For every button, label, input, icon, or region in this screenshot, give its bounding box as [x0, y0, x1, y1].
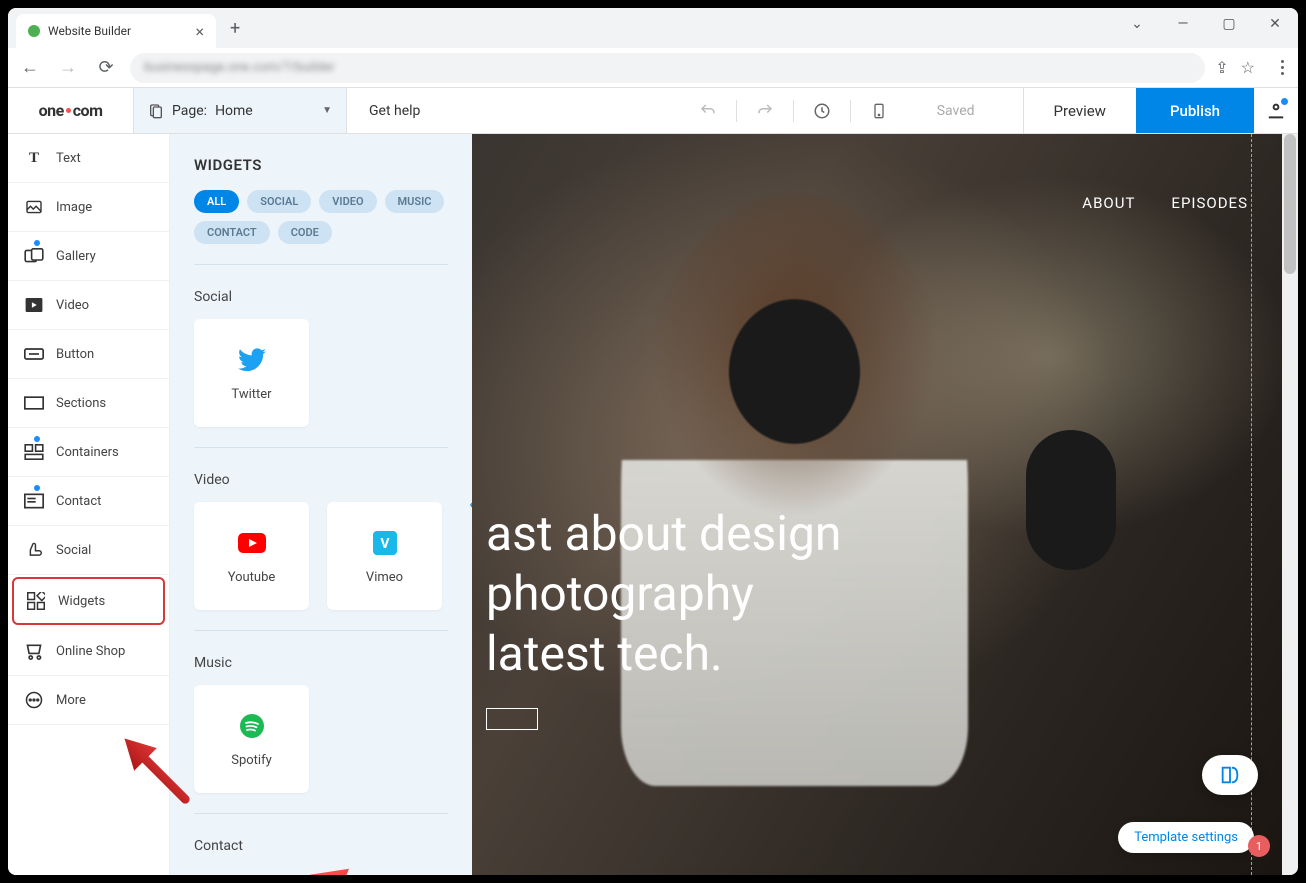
- preview-button[interactable]: Preview: [1023, 88, 1136, 133]
- filter-pill-all[interactable]: ALL: [194, 190, 239, 213]
- badge-dot-icon: [34, 240, 40, 246]
- filter-pill-contact[interactable]: CONTACT: [194, 221, 270, 244]
- app-toolbar: onecom Page: Home ▼ Get help Saved Previ…: [8, 88, 1298, 134]
- mobile-preview-button[interactable]: [857, 88, 901, 134]
- widget-section-contact: Contact: [194, 838, 448, 875]
- image-icon: [24, 197, 44, 217]
- account-settings-button[interactable]: [1254, 88, 1298, 133]
- page-selector[interactable]: Page: Home ▼: [134, 88, 347, 133]
- window-close-button[interactable]: ✕: [1252, 8, 1298, 40]
- text-icon: T: [24, 148, 44, 168]
- hero-photo-overlay: [687, 253, 902, 490]
- badge-dot-icon: [34, 485, 40, 491]
- chevron-down-icon: ▼: [322, 105, 332, 116]
- window-maximize-button[interactable]: ▢: [1206, 8, 1252, 40]
- filter-pill-social[interactable]: SOCIAL: [247, 190, 311, 213]
- sidebar-item-video[interactable]: Video: [8, 281, 169, 330]
- video-icon: [24, 295, 44, 315]
- nav-forward-button[interactable]: →: [54, 54, 82, 82]
- publish-button[interactable]: Publish: [1136, 88, 1254, 133]
- window-minimize-button[interactable]: —: [1160, 8, 1206, 40]
- gallery-icon: [24, 246, 44, 266]
- logo-dot-icon: [66, 108, 71, 113]
- sidebar-item-containers[interactable]: Containers: [8, 428, 169, 477]
- url-input[interactable]: businesspage.one.com/?/builder: [130, 53, 1205, 83]
- new-tab-button[interactable]: +: [220, 18, 250, 39]
- close-tab-icon[interactable]: ×: [195, 22, 204, 41]
- undo-button[interactable]: [686, 88, 730, 134]
- canvas-scrollbar[interactable]: [1282, 134, 1298, 875]
- widget-section-video: Video Youtube V Vimeo: [194, 472, 448, 631]
- widgets-panel-title: WIDGETS: [194, 156, 448, 174]
- history-button[interactable]: [800, 88, 844, 134]
- component-sidebar: TText Image Gallery Video Button Section…: [8, 134, 170, 875]
- widget-card-vimeo[interactable]: V Vimeo: [327, 502, 442, 610]
- browser-titlebar: Website Builder × + ⌄ — ▢ ✕: [8, 8, 1298, 48]
- tab-title: Website Builder: [48, 24, 131, 38]
- badge-dot-icon: [34, 436, 40, 442]
- notification-dot-icon: [1281, 98, 1288, 105]
- hero-photo-overlay: [1026, 430, 1116, 570]
- redo-button[interactable]: [743, 88, 787, 134]
- share-icon[interactable]: ⇪: [1215, 58, 1228, 77]
- containers-icon: [24, 442, 44, 462]
- filter-pill-music[interactable]: MUSIC: [385, 190, 445, 213]
- shop-icon: [24, 641, 44, 661]
- sidebar-item-text[interactable]: TText: [8, 134, 169, 183]
- widgets-panel: WIDGETS ALL SOCIAL VIDEO MUSIC CONTACT C…: [170, 134, 472, 875]
- spotify-icon: [237, 711, 267, 741]
- button-icon: [24, 344, 44, 364]
- svg-text:V: V: [380, 536, 390, 552]
- browser-tab[interactable]: Website Builder ×: [16, 14, 216, 48]
- sidebar-item-sections[interactable]: Sections: [8, 379, 169, 428]
- window-caret-icon[interactable]: ⌄: [1114, 8, 1160, 40]
- sidebar-item-more[interactable]: More: [8, 676, 169, 725]
- more-icon: [24, 690, 44, 710]
- sidebar-item-button[interactable]: Button: [8, 330, 169, 379]
- browser-address-bar: ← → ⟳ businesspage.one.com/?/builder ⇪ ☆: [8, 48, 1298, 88]
- sections-icon: [24, 393, 44, 413]
- widget-section-music: Music Spotify: [194, 655, 448, 814]
- page-icon: [148, 103, 164, 119]
- vimeo-icon: V: [370, 528, 400, 558]
- get-help-button[interactable]: Get help: [347, 88, 442, 133]
- widget-filter-pills: ALL SOCIAL VIDEO MUSIC CONTACT CODE: [194, 190, 448, 265]
- bookmark-icon[interactable]: ☆: [1241, 58, 1255, 77]
- brand-logo[interactable]: onecom: [8, 88, 134, 133]
- sidebar-item-image[interactable]: Image: [8, 183, 169, 232]
- template-settings-button[interactable]: Template settings: [1118, 822, 1254, 853]
- filter-pill-code[interactable]: CODE: [278, 221, 332, 244]
- twitter-icon: [237, 345, 267, 375]
- contact-icon: [24, 491, 44, 511]
- tab-favicon-icon: [28, 25, 40, 37]
- sidebar-item-widgets[interactable]: Widgets: [12, 577, 165, 625]
- sidebar-item-social[interactable]: Social: [8, 526, 169, 575]
- sidebar-item-contact[interactable]: Contact: [8, 477, 169, 526]
- website-canvas[interactable]: ABOUT EPISODES ast about design photogra…: [472, 134, 1298, 875]
- widgets-icon: [26, 591, 46, 611]
- social-icon: [24, 540, 44, 560]
- hero-cta-button[interactable]: [486, 708, 538, 730]
- widget-card-twitter[interactable]: Twitter: [194, 319, 309, 427]
- widget-card-youtube[interactable]: Youtube: [194, 502, 309, 610]
- widget-card-spotify[interactable]: Spotify: [194, 685, 309, 793]
- site-nav-episodes[interactable]: EPISODES: [1171, 194, 1248, 212]
- site-nav-about[interactable]: ABOUT: [1082, 194, 1135, 212]
- site-nav: ABOUT EPISODES: [1082, 194, 1248, 212]
- youtube-icon: [237, 528, 267, 558]
- hero-headline[interactable]: ast about design photography latest tech…: [486, 504, 841, 730]
- widget-section-social: Social Twitter: [194, 289, 448, 448]
- nav-reload-button[interactable]: ⟳: [92, 54, 120, 82]
- nav-back-button[interactable]: ←: [16, 54, 44, 82]
- style-fab-button[interactable]: [1202, 755, 1258, 795]
- saved-status: Saved: [901, 103, 1011, 119]
- template-badge: 1: [1248, 835, 1270, 857]
- scroll-thumb[interactable]: [1284, 134, 1296, 274]
- browser-menu-button[interactable]: [1275, 54, 1290, 81]
- sidebar-item-gallery[interactable]: Gallery: [8, 232, 169, 281]
- url-text: businesspage.one.com/?/builder: [144, 60, 335, 75]
- filter-pill-video[interactable]: VIDEO: [319, 190, 376, 213]
- sidebar-item-online-shop[interactable]: Online Shop: [8, 627, 169, 676]
